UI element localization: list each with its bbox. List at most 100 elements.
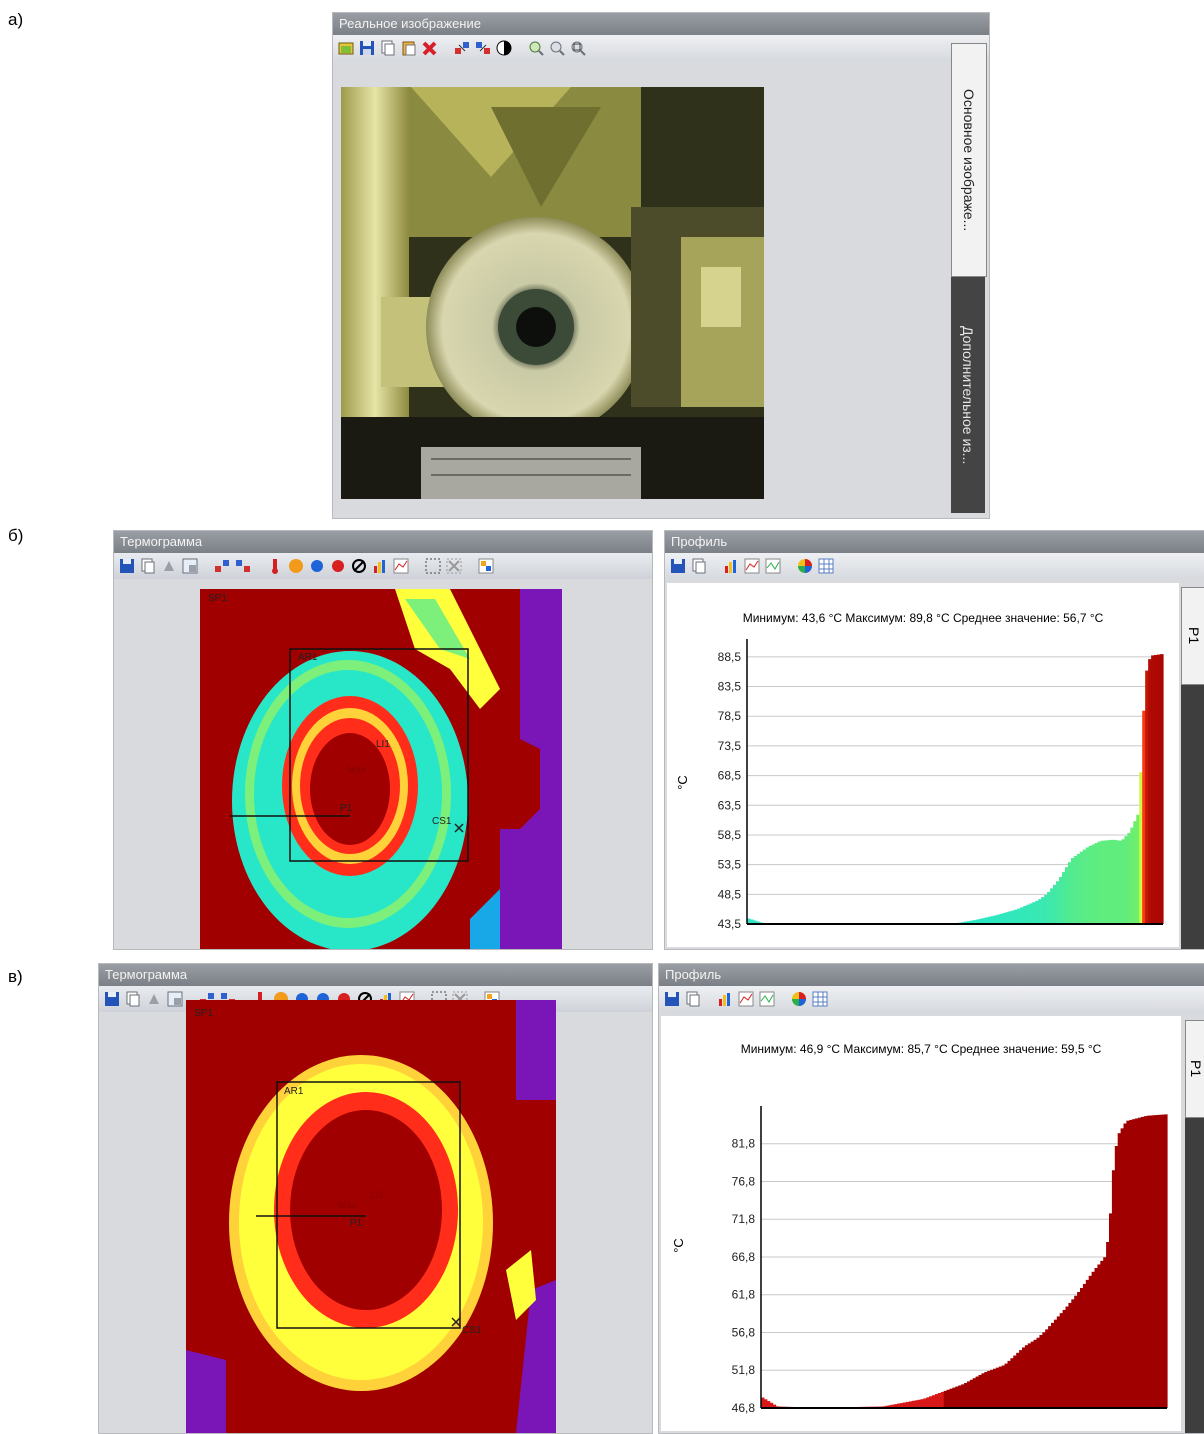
thermogram-panel-b: Термограмма SP1 AR1 LI1 Max P1 CS1 [113,530,653,950]
y-tick-label: 56,8 [732,1325,756,1339]
rotate-icon[interactable] [234,557,252,575]
remove-area-icon[interactable] [445,557,463,575]
engine-photo [341,87,764,499]
y-tick-label: 78,5 [718,709,742,723]
flip-icon[interactable] [453,39,471,57]
profile-panel-c: Профиль Минимум: 46,9 °C Максимум: 85,7 … [658,963,1204,1434]
y-tick-label: 68,5 [718,769,742,783]
tab-p1-b[interactable]: P1 [1181,587,1204,685]
y-tick-label: 71,8 [732,1212,756,1226]
profile-chart-c: 81,8 76,8 71,8 66,8 61,8 56,8 51,8 46,8 [732,1106,1168,1415]
thermometer-icon[interactable] [266,557,284,575]
thermogram-panel-c: Термограмма SP1 AR1 LI1 Max P1 CS1 [98,963,653,1434]
flip-icon[interactable] [213,557,231,575]
thermogram-toolbar-b [114,553,652,579]
y-tick-label: 58,5 [718,828,742,842]
spot-red-icon[interactable] [329,557,347,575]
y-tick-label: 63,5 [718,798,742,812]
table-chart-icon[interactable] [758,990,776,1008]
copy-icon[interactable] [124,990,142,1008]
real-image-title: Реальное изображение [333,13,989,35]
profile-toolbar-b [665,553,1204,579]
marker-max: Max [347,765,366,776]
window-icon[interactable] [181,557,199,575]
thermogram-title-b: Термограмма [114,531,652,553]
y-tick-label: 83,5 [718,680,742,694]
thermogram-title-c: Термограмма [99,964,652,986]
marker-cs1: CS1 [432,816,452,827]
save-icon[interactable] [358,39,376,57]
spot-orange-icon[interactable] [287,557,305,575]
marker-ar1: AR1 [284,1086,304,1097]
marker-sp1: SP1 [208,593,227,604]
marker-p1: P1 [350,1218,363,1229]
no-measure-icon[interactable] [350,557,368,575]
y-tick-label: 61,8 [732,1288,756,1302]
profile-title-c: Профиль [659,964,1204,986]
save-icon[interactable] [118,557,136,575]
copy-icon[interactable] [684,990,702,1008]
color-wheel-icon[interactable] [796,557,814,575]
palette-icon[interactable] [477,557,495,575]
open-icon[interactable] [337,39,355,57]
marker-li1: LI1 [370,1190,384,1201]
histogram-icon[interactable] [371,557,389,575]
profile-panel-b: Профиль Минимум: 43,6 °C Максимум: 89,8 … [664,530,1204,950]
copy-icon[interactable] [139,557,157,575]
y-tick-label: 81,8 [732,1137,756,1151]
table-chart-icon[interactable] [764,557,782,575]
bar-chart-icon[interactable] [722,557,740,575]
figure-label-a: а) [8,10,24,29]
spot-blue-icon[interactable] [308,557,326,575]
real-image-panel: Реальное изображение Основное изображе..… [332,12,990,519]
pin-icon[interactable] [160,557,178,575]
delete-icon[interactable] [421,39,439,57]
y-tick-label: 46,8 [732,1401,756,1415]
tab-extra-image[interactable]: Дополнительное из... [951,277,985,513]
y-tick-label: 76,8 [732,1174,756,1188]
copy-icon[interactable] [690,557,708,575]
save-icon[interactable] [663,990,681,1008]
save-icon[interactable] [103,990,121,1008]
zoom-in-icon[interactable] [527,39,545,57]
zoom-out-icon[interactable] [548,39,566,57]
y-tick-label: 43,5 [718,917,742,931]
y-tick-label: 66,8 [732,1250,756,1264]
y-tick-label: 73,5 [718,739,742,753]
copy-icon[interactable] [379,39,397,57]
figure-label-b: б) [8,526,24,545]
save-icon[interactable] [669,557,687,575]
paste-icon[interactable] [400,39,418,57]
marker-sp1: SP1 [194,1008,213,1019]
zoom-fit-icon[interactable] [569,39,587,57]
profile-title-b: Профиль [665,531,1204,553]
profile-bar [1160,654,1164,924]
profile-plot-b: Минимум: 43,6 °C Максимум: 89,8 °C Средн… [667,583,1179,947]
marker-li1: LI1 [376,739,390,750]
grid-icon[interactable] [811,990,829,1008]
profile-plot-c: Минимум: 46,9 °C Максимум: 85,7 °C Средн… [661,1016,1181,1431]
profile-chart-b: 88,5 83,5 78,5 73,5 68,5 63,5 58,5 53,5 48,5 43,5 [718,639,1164,931]
select-area-icon[interactable] [424,557,442,575]
rotate-icon[interactable] [474,39,492,57]
window-icon[interactable] [166,990,184,1008]
real-image-toolbar [333,35,989,61]
marker-max: Max [338,1200,357,1211]
profile-icon[interactable] [392,557,410,575]
y-tick-label: 51,8 [732,1363,756,1377]
grid-icon[interactable] [817,557,835,575]
profile-bar [1164,1114,1168,1408]
pin-icon[interactable] [145,990,163,1008]
bar-chart-icon[interactable] [716,990,734,1008]
line-chart-icon[interactable] [743,557,761,575]
tab-p1-c[interactable]: P1 [1185,1020,1204,1118]
figure-label-c: в) [8,967,23,986]
tab-main-image[interactable]: Основное изображе... [951,43,987,277]
line-chart-icon[interactable] [737,990,755,1008]
profile-toolbar-c [659,986,1204,1012]
contrast-icon[interactable] [495,39,513,57]
marker-ar1: AR1 [298,652,318,663]
marker-p1: P1 [340,803,353,814]
y-tick-label: 48,5 [718,887,742,901]
color-wheel-icon[interactable] [790,990,808,1008]
